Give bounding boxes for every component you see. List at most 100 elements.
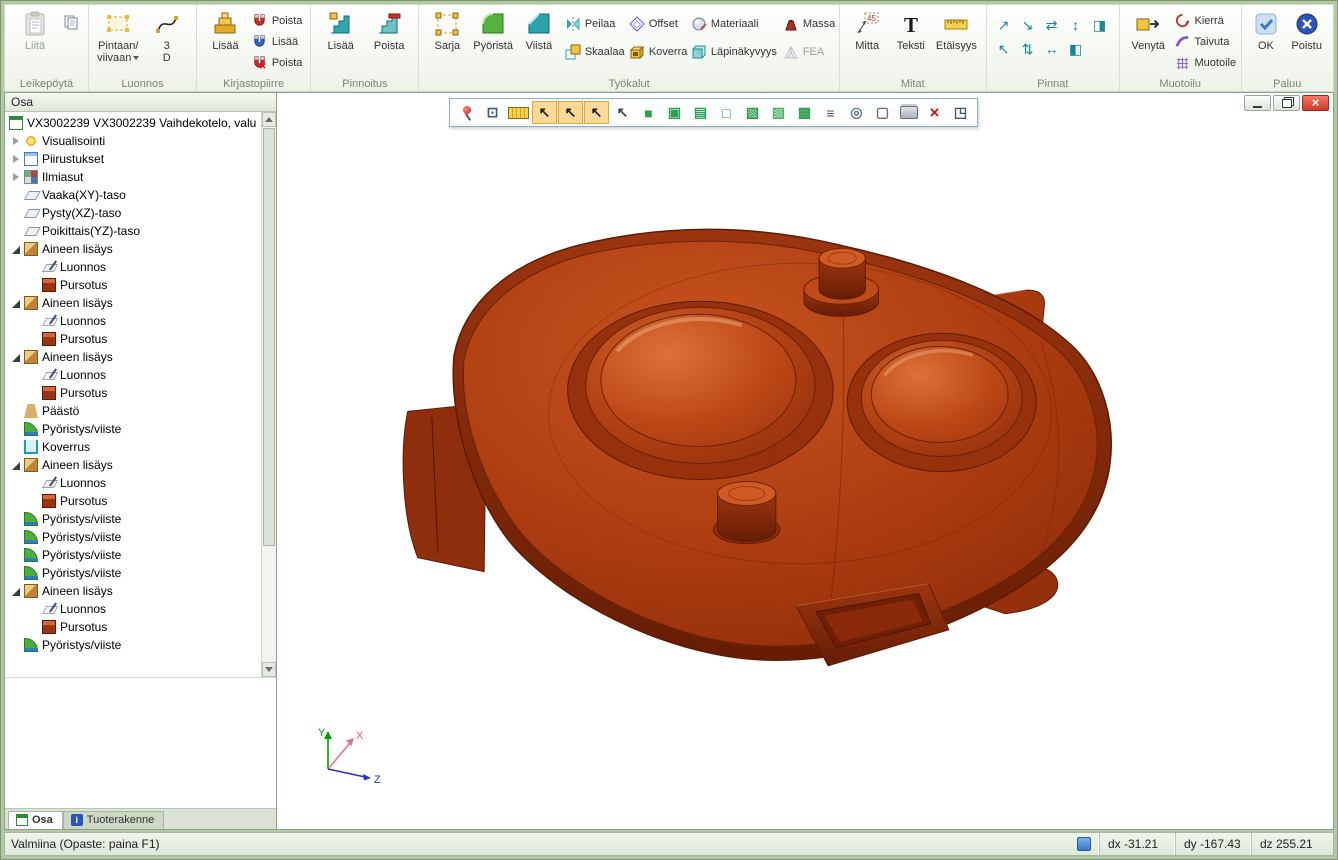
pick-filter-icon[interactable]: ↖ [610,101,635,124]
tree-expander[interactable] [11,152,23,166]
face-match-icon[interactable]: ⇅ [1016,37,1040,61]
tree-item[interactable]: Pursotus [5,330,261,348]
tree-item[interactable]: Pyöristys/viiste [5,528,261,546]
tree-item[interactable]: Pursotus [5,384,261,402]
copy-button[interactable] [62,13,80,36]
face-copy-icon[interactable]: ↖ [992,37,1016,61]
face-split-icon[interactable]: ◨ [1088,13,1112,37]
restore-button[interactable] [1273,95,1300,111]
exit-button[interactable]: Poistu [1285,7,1328,52]
close-button[interactable] [1302,95,1329,111]
cube-shaded-icon[interactable]: ▣ [662,101,687,124]
cylinder-icon[interactable]: ◎ [844,101,869,124]
tree-item[interactable]: Pyöristys/viiste [5,546,261,564]
measure-button[interactable]: 45 Mitta [845,7,890,52]
tree-expander[interactable] [11,296,23,310]
tree-item[interactable]: Poikittais(YZ)-taso [5,222,261,240]
tree-item[interactable]: Pyöristys/viiste [5,420,261,438]
morph-button[interactable]: Muotoile [1172,53,1236,72]
scale-button[interactable]: Skaalaa [562,42,626,61]
fea-button[interactable]: FEA [780,42,834,61]
pick-point-icon[interactable]: ↖ [532,101,557,124]
scrollbar-thumb[interactable] [263,128,275,546]
cube-faces-icon[interactable]: ▤ [688,101,713,124]
bend-button[interactable]: Taivuta [1172,32,1236,51]
tree-item[interactable]: Ilmiasut [5,168,261,186]
twist-button[interactable]: Kierrä [1172,11,1236,30]
tree-item[interactable]: Piirustukset [5,150,261,168]
tree-item[interactable]: Luonnos [5,474,261,492]
tree-item[interactable]: VX3002239 VX3002239 Vaihdekotelo, valu [5,114,261,132]
tree-item[interactable]: Aineen lisäys [5,294,261,312]
tab-tuoterakenne[interactable]: Tuoterakenne [63,811,164,829]
viewport[interactable]: Y X Z ⊡↖↖↖↖■▣▤□▧▨▩≡◎▢×◳ [277,92,1334,830]
scroll-down-button[interactable] [262,662,276,677]
tree-item[interactable]: Luonnos [5,600,261,618]
tree-item[interactable]: Pursotus [5,276,261,294]
offset-button[interactable]: Offset [626,14,688,33]
tree-item[interactable]: Aineen lisäys [5,240,261,258]
face-pull-icon[interactable]: ↘ [1016,13,1040,37]
delete-icon[interactable]: × [922,101,947,124]
sketch-on-face-button[interactable]: Pintaan/viivaan [94,7,143,64]
face-edit-icon[interactable]: ◧ [1064,37,1088,61]
tree-item[interactable]: Pursotus [5,618,261,636]
tree-scrollbar[interactable] [261,112,276,677]
select-frame-icon[interactable]: ⊡ [480,101,505,124]
text-button[interactable]: T Teksti [889,7,932,52]
cube-hidden-icon[interactable]: ▧ [740,101,765,124]
tree-expander[interactable] [11,584,23,598]
paste-button[interactable]: Liitä [10,7,60,52]
tab-osa[interactable]: Osa [8,811,63,829]
minimize-button[interactable] [1244,95,1271,111]
tree-item[interactable]: Pyöristys/viiste [5,564,261,582]
distance-button[interactable]: Etäisyys [932,7,981,52]
face-merge-icon[interactable]: ↔ [1040,37,1064,61]
pin-icon[interactable] [454,101,479,124]
tree-item[interactable]: Pysty(XZ)-taso [5,204,261,222]
hollow-button[interactable]: Koverra [626,42,688,61]
tree-item[interactable]: Vaaka(XY)-taso [5,186,261,204]
tree-expander[interactable] [11,242,23,256]
library-add-mid-button[interactable]: Lisää [249,32,306,51]
tree-item[interactable]: Pursotus [5,492,261,510]
pattern-button[interactable]: Sarja [424,7,470,52]
cube-wireframe-icon[interactable]: □ [714,101,739,124]
sketch-3d-button[interactable]: 3D [143,7,192,64]
surfacing-remove-button[interactable]: Poista [365,7,414,52]
tree-item[interactable]: Luonnos [5,366,261,384]
model-3d[interactable] [277,93,1333,829]
transparency-button[interactable]: Läpinäkyvyys [688,42,780,61]
tree-item[interactable]: Aineen lisäys [5,456,261,474]
tree-expander[interactable] [11,458,23,472]
tree-item[interactable]: Pyöristys/viiste [5,636,261,654]
library-remove-bottom-button[interactable]: Poista [249,53,306,72]
tree-item[interactable]: Koverrus [5,438,261,456]
fillet-button[interactable]: Pyöristä [470,7,516,52]
list-icon[interactable]: ≡ [818,101,843,124]
face-shade-icon[interactable]: ■ [636,101,661,124]
scroll-up-button[interactable] [262,112,276,127]
stretch-button[interactable]: Venytä [1125,7,1172,52]
cube-arrow-icon[interactable]: ▩ [792,101,817,124]
ok-button[interactable]: OK [1247,7,1286,52]
mass-button[interactable]: Massa [780,14,834,33]
print-icon[interactable] [896,101,921,124]
tree-item[interactable]: Luonnos [5,312,261,330]
face-move-icon[interactable]: ↗ [992,13,1016,37]
export-icon[interactable]: ◳ [948,101,973,124]
tree-expander[interactable] [11,170,23,184]
tree-item[interactable]: Päästö [5,402,261,420]
tree-item[interactable]: Pyöristys/viiste [5,510,261,528]
library-add-button[interactable]: Lisää [202,7,249,52]
face-align-icon[interactable]: ↕ [1064,13,1088,37]
mirror-button[interactable]: Peilaa [562,14,626,33]
tree-expander[interactable] [11,134,23,148]
tree-item[interactable]: Aineen lisäys [5,582,261,600]
pick-edge-icon[interactable]: ↖ [558,101,583,124]
cube-transparent-icon[interactable]: ▨ [766,101,791,124]
sheet-icon[interactable]: ▢ [870,101,895,124]
tree-expander[interactable] [11,350,23,364]
tree-item[interactable]: Luonnos [5,258,261,276]
material-button[interactable]: Materiaali [688,14,780,33]
